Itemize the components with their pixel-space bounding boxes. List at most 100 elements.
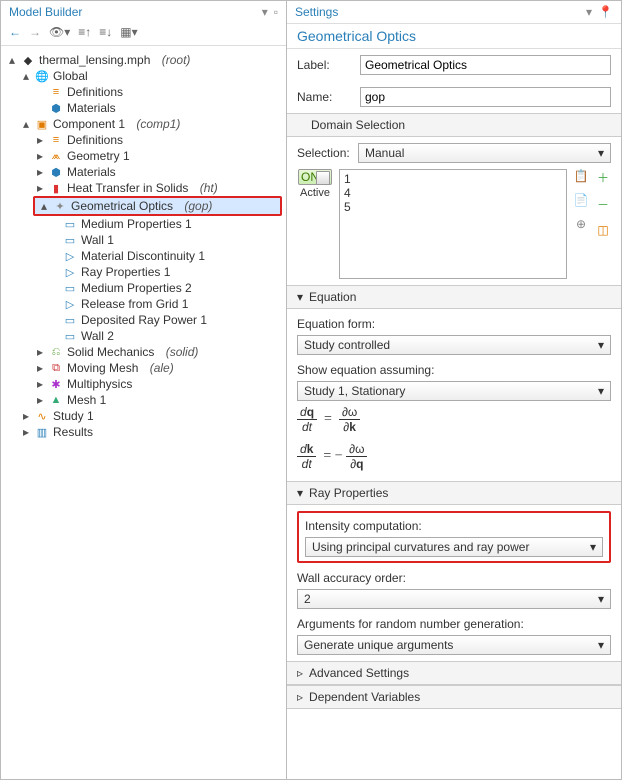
equation-display-1: dqdt = ∂ω∂k — [297, 401, 611, 438]
tree-multiphysics[interactable]: ▸✱Multiphysics — [33, 376, 282, 392]
twisty-icon[interactable]: ▸ — [35, 181, 45, 195]
solid-icon: ⎌ — [49, 345, 63, 359]
component-icon: ▣ — [35, 117, 49, 131]
discontinuity-icon: ▷ — [63, 249, 77, 263]
back-icon[interactable]: ← — [9, 25, 21, 39]
wall-accuracy-dropdown[interactable]: 2▾ — [297, 589, 611, 609]
materials-icon: ⬢ — [49, 101, 63, 115]
settings-subtitle: Geometrical Optics — [287, 23, 621, 49]
tree-medium-props-1[interactable]: ▭Medium Properties 1 — [47, 216, 282, 232]
chevron-down-icon: ▾ — [297, 486, 303, 500]
intensity-highlight: Intensity computation: Using principal c… — [297, 511, 611, 563]
twisty-icon[interactable]: ▴ — [39, 199, 49, 213]
tree-component[interactable]: ▴▣Component 1 (comp1) — [19, 116, 282, 132]
tree-wall-1[interactable]: ▭Wall 1 — [47, 232, 282, 248]
selection-dropdown[interactable]: Manual ▾ — [358, 143, 611, 163]
tree-moving-mesh[interactable]: ▸⧉Moving Mesh (ale) — [33, 360, 282, 376]
tree-study[interactable]: ▸∿Study 1 — [19, 408, 282, 424]
chevron-down-icon: ▾ — [598, 146, 604, 160]
twisty-icon[interactable]: ▸ — [35, 377, 45, 391]
list-item[interactable]: 4 — [344, 186, 562, 200]
advanced-settings-header[interactable]: ▹ Advanced Settings — [287, 661, 621, 685]
tree-geometry[interactable]: ▸⩕Geometry 1 — [33, 148, 282, 164]
tree-mesh[interactable]: ▸▲Mesh 1 — [33, 392, 282, 408]
ray-properties-header[interactable]: ▾ Ray Properties — [287, 481, 621, 505]
rng-label: Arguments for random number generation: — [297, 615, 611, 635]
intensity-dropdown[interactable]: Using principal curvatures and ray power… — [305, 537, 603, 557]
tree-wall-2[interactable]: ▭Wall 2 — [47, 328, 282, 344]
name-row: Name: — [287, 81, 621, 113]
paste-icon[interactable]: 📋 — [574, 169, 589, 183]
definitions-icon: ≡ — [49, 85, 63, 99]
twisty-icon[interactable]: ▸ — [21, 425, 31, 439]
tree-heat-transfer[interactable]: ▸▮Heat Transfer in Solids (ht) — [33, 180, 282, 196]
twisty-icon[interactable]: ▸ — [35, 133, 45, 147]
more-icon[interactable]: ▦▾ — [120, 25, 137, 39]
panel-menu-icon[interactable]: ▫ — [274, 5, 278, 19]
minimize-icon[interactable]: ▾ — [262, 5, 268, 19]
chevron-right-icon: ▹ — [297, 666, 303, 680]
heat-icon: ▮ — [49, 181, 63, 195]
definitions-icon: ≡ — [49, 133, 63, 147]
twisty-icon[interactable]: ▴ — [21, 117, 31, 131]
active-toggle[interactable]: ON — [298, 169, 332, 185]
twisty-icon[interactable]: ▸ — [35, 361, 45, 375]
add-icon[interactable]: ＋ — [597, 169, 609, 186]
show-assuming-dropdown[interactable]: Study 1, Stationary▾ — [297, 381, 611, 401]
twisty-icon[interactable]: ▴ — [7, 53, 17, 67]
twisty-icon[interactable]: ▸ — [35, 345, 45, 359]
tree-material-discontinuity[interactable]: ▷Material Discontinuity 1 — [47, 248, 282, 264]
tree-solid-mechanics[interactable]: ▸⎌Solid Mechanics (solid) — [33, 344, 282, 360]
equation-header[interactable]: ▾ Equation — [287, 285, 621, 309]
settings-title-bar: Settings ▾ 📍 — [287, 1, 621, 23]
domain-selection-header[interactable]: Domain Selection — [287, 113, 621, 137]
label-field[interactable] — [360, 55, 611, 75]
twisty-icon[interactable]: ▴ — [21, 69, 31, 83]
twisty-icon[interactable]: ▸ — [35, 165, 45, 179]
list-item[interactable]: 1 — [344, 172, 562, 186]
expand-icon[interactable]: ≡↓ — [99, 25, 112, 39]
materials-icon: ⬢ — [49, 165, 63, 179]
equation-display-2: dkdt = − ∂ω∂q — [297, 438, 611, 475]
zoom-icon[interactable]: ⊕ — [576, 217, 586, 231]
tree-results[interactable]: ▸▥Results — [19, 424, 282, 440]
copy-icon[interactable]: 📄 — [574, 193, 589, 207]
tree-release-grid[interactable]: ▷Release from Grid 1 — [47, 296, 282, 312]
medium-icon: ▭ — [63, 281, 77, 295]
tree-global-definitions[interactable]: ≡Definitions — [33, 84, 282, 100]
tree-geometrical-optics[interactable]: ▴✦Geometrical Optics (gop) — [33, 196, 282, 216]
show-icon[interactable]: 👁▾ — [49, 25, 70, 39]
domain-list[interactable]: 1 4 5 — [339, 169, 567, 279]
twisty-icon[interactable]: ▸ — [35, 149, 45, 163]
medium-icon: ▭ — [63, 217, 77, 231]
tree-global-materials[interactable]: ⬢Materials — [33, 100, 282, 116]
tree-deposited-power[interactable]: ▭Deposited Ray Power 1 — [47, 312, 282, 328]
model-builder-title: Model Builder — [9, 5, 82, 19]
select-box-icon[interactable]: ◫ — [597, 223, 608, 237]
equation-form-label: Equation form: — [297, 315, 611, 335]
model-builder-title-bar: Model Builder ▾ ▫ — [1, 1, 286, 23]
tree-comp-materials[interactable]: ▸⬢Materials — [33, 164, 282, 180]
collapse-icon[interactable]: ≡↑ — [78, 25, 91, 39]
geometry-icon: ⩕ — [49, 149, 63, 163]
equation-form-dropdown[interactable]: Study controlled▾ — [297, 335, 611, 355]
tree-root[interactable]: ▴◆thermal_lensing.mph (root) — [5, 52, 282, 68]
tree-medium-props-2[interactable]: ▭Medium Properties 2 — [47, 280, 282, 296]
twisty-icon[interactable]: ▸ — [35, 393, 45, 407]
forward-icon[interactable]: → — [29, 25, 41, 39]
rng-dropdown[interactable]: Generate unique arguments▾ — [297, 635, 611, 655]
twisty-icon[interactable]: ▸ — [21, 409, 31, 423]
multiphysics-icon: ✱ — [49, 377, 63, 391]
tree-comp-definitions[interactable]: ▸≡Definitions — [33, 132, 282, 148]
name-field[interactable] — [360, 87, 611, 107]
tree-global[interactable]: ▴🌐Global — [19, 68, 282, 84]
dependent-variables-header[interactable]: ▹ Dependent Variables — [287, 685, 621, 709]
globe-icon: 🌐 — [35, 69, 49, 83]
minimize-icon[interactable]: ▾ — [586, 5, 592, 19]
model-tree[interactable]: ▴◆thermal_lensing.mph (root) ▴🌐Global ≡D… — [1, 46, 286, 779]
chevron-down-icon: ▾ — [598, 338, 604, 352]
list-item[interactable]: 5 — [344, 200, 562, 214]
remove-icon[interactable]: － — [597, 196, 609, 213]
pin-icon[interactable]: 📍 — [598, 5, 613, 19]
tree-ray-props-1[interactable]: ▷Ray Properties 1 — [47, 264, 282, 280]
